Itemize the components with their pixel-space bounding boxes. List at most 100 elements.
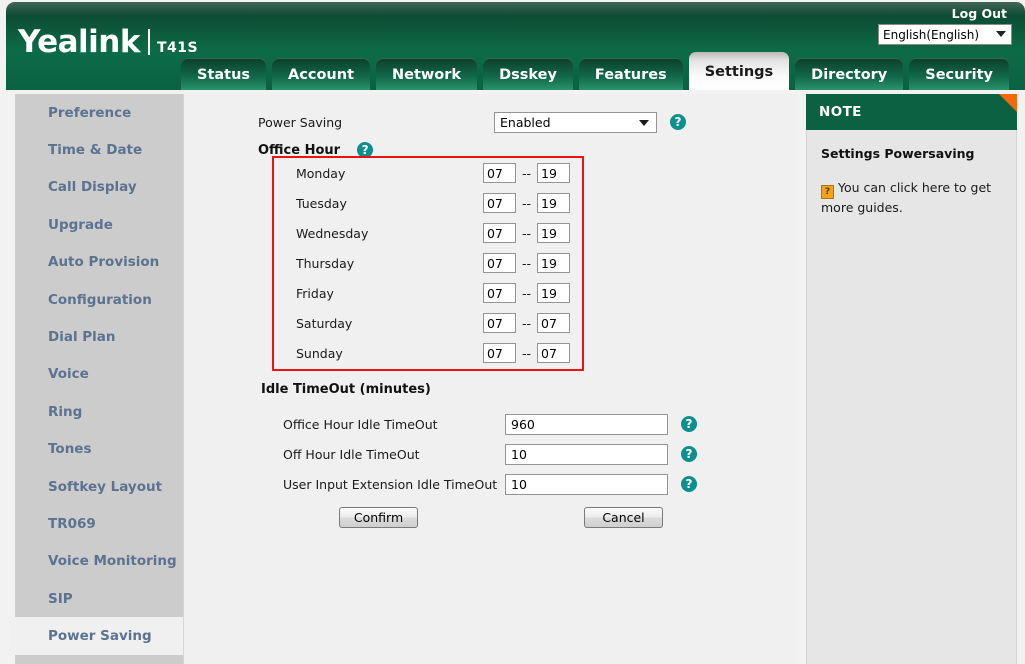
user-input-extension-idle-timeout-input[interactable] (505, 473, 668, 495)
sidebar-item-configuration[interactable]: Configuration (15, 281, 183, 318)
sidebar-item-sip[interactable]: SIP (15, 580, 183, 617)
help-icon[interactable]: ? (681, 446, 697, 462)
settings-sidebar: Preference Time & Date Call Display Upgr… (9, 94, 197, 664)
range-separator: -- (521, 225, 531, 241)
range-separator: -- (521, 345, 531, 361)
tab-account[interactable]: Account (272, 58, 370, 92)
logo-divider (147, 29, 150, 55)
brand-name: Yealink (18, 24, 140, 60)
table-row: Wednesday -- (274, 218, 582, 248)
tab-status[interactable]: Status (181, 58, 267, 92)
day-label: Friday (296, 285, 334, 301)
idle-timeout-label: Off Hour Idle TimeOut (283, 446, 420, 462)
settings-form-panel: Power Saving ? Office Hour ? Monday -- (183, 94, 796, 664)
day-label: Sunday (296, 345, 343, 361)
sidebar-item-tones[interactable]: Tones (15, 431, 183, 468)
chevron-down-icon (996, 31, 1006, 37)
office-hour-end-input[interactable] (537, 163, 570, 183)
sidebar-item-preference[interactable]: Preference (15, 94, 183, 131)
range-separator: -- (521, 285, 531, 301)
sidebar-item-ring[interactable]: Ring (15, 393, 183, 430)
page-root: Yealink T41S Log Out Status Account Netw… (0, 0, 1025, 664)
confirm-button[interactable]: Confirm (339, 506, 418, 528)
help-icon[interactable]: ? (681, 476, 697, 492)
off-hour-idle-timeout-input[interactable] (505, 443, 668, 465)
language-select[interactable] (878, 24, 1012, 45)
office-hour-end-input[interactable] (537, 193, 570, 213)
office-hour-table: Monday -- Tuesday -- Wednesday -- (272, 156, 584, 371)
idle-timeout-row: Off Hour Idle TimeOut ? (184, 439, 796, 469)
office-hour-start-input[interactable] (482, 283, 516, 303)
range-separator: -- (521, 165, 531, 181)
power-saving-select[interactable] (494, 111, 657, 133)
sidebar-item-call-display[interactable]: Call Display (15, 169, 183, 206)
sidebar-item-voice[interactable]: Voice (15, 356, 183, 393)
sidebar-item-auto-provision[interactable]: Auto Provision (15, 244, 183, 281)
office-hour-start-input[interactable] (482, 313, 516, 333)
office-hour-end-input[interactable] (537, 313, 570, 333)
table-row: Saturday -- (274, 308, 582, 338)
power-saving-label: Power Saving (258, 114, 343, 130)
table-row: Monday -- (274, 158, 582, 188)
note-header-label: NOTE (819, 104, 862, 120)
form-actions: Confirm Cancel (184, 499, 796, 535)
tab-settings[interactable]: Settings (688, 52, 790, 92)
guide-question-icon: ? (821, 185, 834, 199)
idle-timeout-row: User Input Extension Idle TimeOut ? (184, 469, 796, 499)
idle-timeout-label: Office Hour Idle TimeOut (283, 416, 438, 432)
office-hour-start-input[interactable] (482, 343, 516, 363)
sidebar-item-dial-plan[interactable]: Dial Plan (15, 318, 183, 355)
main-tab-bar: Status Account Network Dsskey Features S… (181, 52, 1009, 92)
range-separator: -- (521, 315, 531, 331)
day-label: Monday (296, 165, 346, 181)
idle-timeout-label: User Input Extension Idle TimeOut (283, 476, 498, 492)
note-header: NOTE (806, 94, 1017, 130)
idle-timeout-row: Office Hour Idle TimeOut ? (184, 409, 796, 439)
cancel-button[interactable]: Cancel (584, 506, 663, 528)
office-hour-idle-timeout-input[interactable] (505, 413, 668, 435)
office-hour-start-input[interactable] (482, 163, 516, 183)
day-label: Thursday (296, 255, 355, 271)
office-hour-start-input[interactable] (482, 193, 516, 213)
note-title: Settings Powersaving (821, 146, 975, 161)
idle-timeout-title: Idle TimeOut (minutes) (261, 382, 431, 397)
office-hour-end-input[interactable] (537, 283, 570, 303)
note-panel: NOTE Settings Powersaving ? You can click… (806, 94, 1017, 664)
sidebar-item-power-saving[interactable]: Power Saving (9, 617, 197, 655)
note-body: Settings Powersaving ? You can click here… (806, 130, 1017, 664)
range-separator: -- (521, 195, 531, 211)
note-text[interactable]: You can click here to get more guides. (821, 180, 991, 215)
tab-directory[interactable]: Directory (795, 58, 904, 92)
help-icon[interactable]: ? (681, 416, 697, 432)
office-hour-end-input[interactable] (537, 253, 570, 273)
power-saving-row: Power Saving ? (184, 107, 796, 137)
logout-link[interactable]: Log Out (952, 6, 1007, 21)
content-area: Preference Time & Date Call Display Upgr… (6, 90, 1025, 664)
tab-security[interactable]: Security (909, 58, 1009, 92)
range-separator: -- (521, 255, 531, 271)
day-label: Saturday (296, 315, 353, 331)
sidebar-item-softkey-layout[interactable]: Softkey Layout (15, 468, 183, 505)
help-icon[interactable]: ? (670, 114, 686, 130)
office-hour-start-input[interactable] (482, 253, 516, 273)
header-gloss (6, 2, 1025, 16)
note-text-row: ? You can click here to get more guides. (821, 179, 1002, 216)
table-row: Sunday -- (274, 338, 582, 368)
sidebar-item-voice-monitoring[interactable]: Voice Monitoring (15, 543, 183, 580)
table-row: Tuesday -- (274, 188, 582, 218)
office-hour-end-input[interactable] (537, 223, 570, 243)
sidebar-item-time-and-date[interactable]: Time & Date (15, 131, 183, 168)
sidebar-item-tr069[interactable]: TR069 (15, 505, 183, 542)
day-label: Tuesday (296, 195, 347, 211)
corner-fold-icon (999, 94, 1017, 112)
power-saving-select-wrap (494, 111, 657, 133)
tab-dsskey[interactable]: Dsskey (483, 58, 573, 92)
tab-features[interactable]: Features (578, 58, 683, 92)
sidebar-item-upgrade[interactable]: Upgrade (15, 206, 183, 243)
office-hour-start-input[interactable] (482, 223, 516, 243)
day-label: Wednesday (296, 225, 369, 241)
tab-network[interactable]: Network (376, 58, 478, 92)
office-hour-end-input[interactable] (537, 343, 570, 363)
app-header: Yealink T41S Log Out Status Account Netw… (6, 2, 1025, 92)
brand-logo: Yealink T41S (18, 26, 198, 58)
